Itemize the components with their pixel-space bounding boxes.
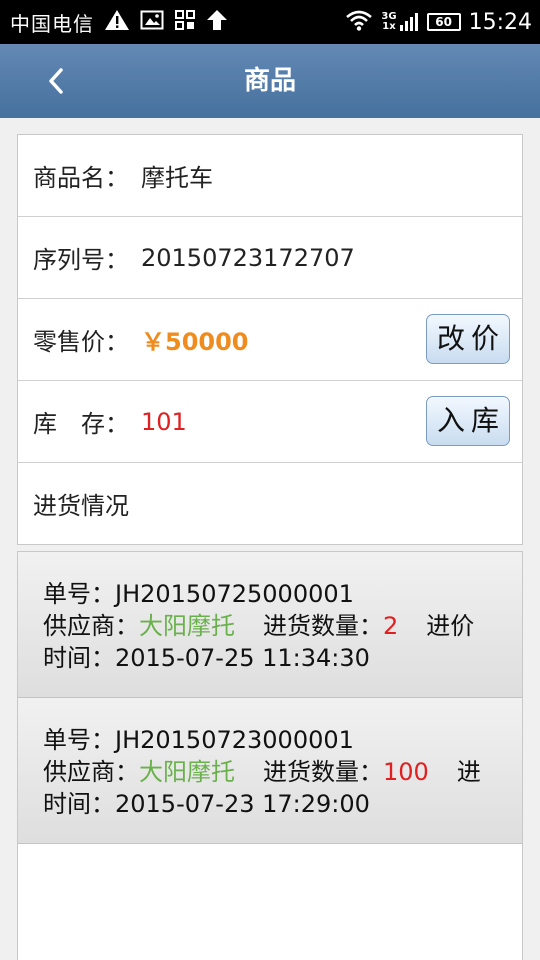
- stock-row: 库 存： 101 入库: [18, 381, 522, 463]
- supplier-line: 供应商：大阳摩托 进货数量：2 进价: [43, 612, 475, 640]
- serial-number-row: 序列号： 20150723172707: [18, 217, 522, 299]
- retail-price-label: 零售价：: [33, 328, 129, 356]
- retail-price-row: 零售价： ￥50000 改价: [18, 299, 522, 381]
- supplier-line: 供应商：大阳摩托 进货数量：100 进: [43, 758, 481, 786]
- image-notification-icon: [140, 10, 164, 34]
- product-name-value: 摩托车: [141, 164, 213, 192]
- order-number-line: 单号：JH20150725000001: [43, 580, 354, 608]
- page-title: 商品: [243, 66, 296, 96]
- wifi-icon: [345, 9, 373, 35]
- upload-arrow-icon: [206, 9, 228, 35]
- purchase-time: 2015-07-23 17:29:00: [115, 790, 370, 818]
- battery-level: 60: [435, 15, 452, 29]
- retail-price-value: ￥50000: [141, 328, 249, 356]
- warning-icon: [104, 8, 130, 36]
- change-price-button[interactable]: 改价: [426, 314, 510, 364]
- stock-value: 101: [141, 407, 187, 436]
- order-number: JH20150725000001: [115, 580, 354, 608]
- purchase-price-label: 进: [456, 758, 481, 786]
- purchase-record-item[interactable]: 单号：JH20150725000001 供应商：大阳摩托 进货数量：2 进价 时间：…: [18, 552, 522, 698]
- purchase-record-list[interactable]: 单号：JH20150725000001 供应商：大阳摩托 进货数量：2 进价 时间：…: [17, 551, 523, 960]
- apps-grid-icon: [174, 9, 196, 35]
- network-type-indicator: 3G 1x: [381, 11, 418, 33]
- purchase-quantity: 100: [383, 758, 429, 786]
- battery-icon: 60: [426, 13, 461, 31]
- status-bar: 中国电信 3G 1x 60 15:24: [0, 0, 540, 44]
- serial-number-label: 序列号：: [33, 246, 129, 274]
- order-number: JH20150723000001: [115, 726, 354, 754]
- title-bar: 商品: [0, 44, 540, 118]
- stock-label: 库 存：: [33, 410, 129, 438]
- signal-icon: [399, 13, 418, 31]
- order-number-line: 单号：JH20150723000001: [43, 726, 354, 754]
- supplier-name: 大阳摩托: [139, 758, 235, 786]
- carrier-name: 中国电信: [10, 11, 94, 36]
- product-detail-card: 商品名： 摩托车 序列号： 20150723172707 零售价： ￥50000…: [17, 134, 523, 545]
- time-line: 时间：2015-07-23 17:29:00: [43, 790, 370, 818]
- time-line: 时间：2015-07-25 11:34:30: [43, 644, 370, 672]
- product-name-row: 商品名： 摩托车: [18, 135, 522, 217]
- purchase-section-header: 进货情况: [18, 463, 522, 544]
- supplier-name: 大阳摩托: [139, 612, 235, 640]
- stock-in-button[interactable]: 入库: [426, 396, 510, 446]
- clock: 15:24: [468, 9, 532, 35]
- purchase-section-title: 进货情况: [33, 492, 129, 520]
- purchase-record-item[interactable]: 单号：JH20150723000001 供应商：大阳摩托 进货数量：100 进 时间…: [18, 698, 522, 844]
- product-name-label: 商品名：: [33, 164, 129, 192]
- serial-number-value: 20150723172707: [141, 243, 355, 272]
- purchase-time: 2015-07-25 11:34:30: [115, 644, 370, 672]
- purchase-quantity: 2: [383, 612, 399, 640]
- purchase-price-label: 进价: [426, 612, 475, 640]
